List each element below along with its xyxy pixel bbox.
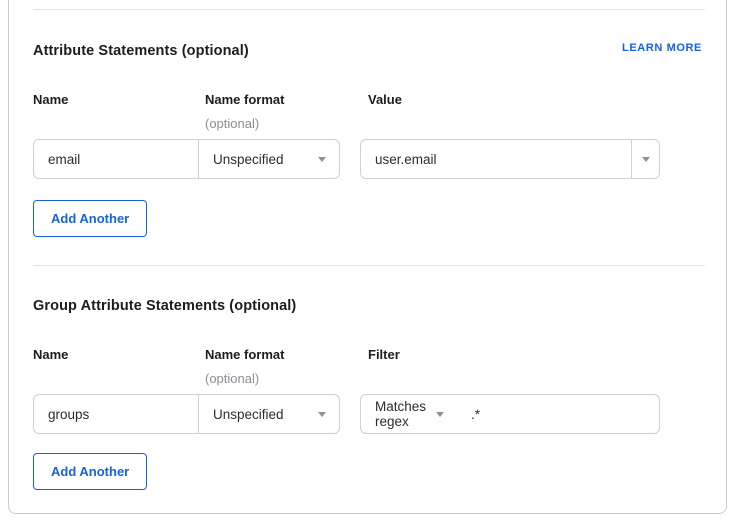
attribute-statements-title: Attribute Statements (optional)	[33, 43, 249, 59]
column-header-name: Name	[33, 347, 68, 362]
group-attribute-row: Unspecified	[33, 394, 340, 434]
add-another-group-attribute-button[interactable]: Add Another	[33, 453, 147, 490]
learn-more-link[interactable]: LEARN MORE	[622, 42, 702, 54]
group-attribute-name-input[interactable]	[34, 395, 198, 433]
attribute-row: Unspecified	[33, 139, 340, 179]
caret-down-icon	[318, 412, 326, 417]
group-attribute-filter-group: Matches regex	[360, 394, 660, 434]
column-header-name-format-note: (optional)	[205, 371, 259, 386]
group-attribute-name-format-select[interactable]: Unspecified	[198, 395, 339, 433]
caret-down-icon	[318, 157, 326, 162]
group-attribute-statements-title: Group Attribute Statements (optional)	[33, 298, 296, 314]
group-attribute-filter-type-select[interactable]: Matches regex	[361, 395, 457, 433]
settings-card	[8, 0, 727, 514]
section-divider	[33, 265, 705, 266]
attribute-value-dropdown-button[interactable]	[631, 140, 659, 178]
group-attribute-filter-type-value: Matches regex	[375, 399, 426, 429]
caret-down-icon	[436, 412, 444, 417]
group-attribute-name-format-value: Unspecified	[213, 407, 284, 422]
group-attribute-filter-value-input[interactable]	[457, 395, 660, 433]
attribute-name-input[interactable]	[34, 140, 198, 178]
column-header-name-format: Name format	[205, 92, 284, 107]
attribute-name-format-select[interactable]: Unspecified	[198, 140, 339, 178]
attribute-value-input[interactable]	[361, 140, 631, 178]
attribute-value-group	[360, 139, 660, 179]
section-divider	[33, 9, 705, 10]
add-another-attribute-button[interactable]: Add Another	[33, 200, 147, 237]
attribute-name-format-value: Unspecified	[213, 152, 284, 167]
caret-down-icon	[642, 157, 650, 162]
column-header-filter: Filter	[368, 347, 400, 362]
column-header-name-format: Name format	[205, 347, 284, 362]
column-header-value: Value	[368, 92, 402, 107]
column-header-name: Name	[33, 92, 68, 107]
column-header-name-format-note: (optional)	[205, 116, 259, 131]
